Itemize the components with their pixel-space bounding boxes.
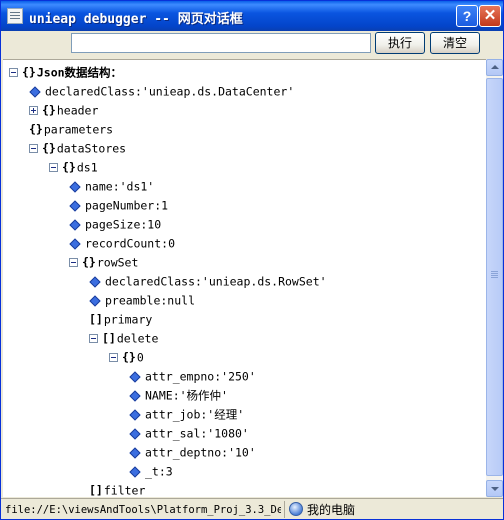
node-label: 0 (136, 350, 144, 365)
leaf-icon (129, 370, 141, 383)
leaf-icon (129, 389, 141, 402)
node-label: name:'ds1' (85, 179, 155, 194)
leaf-icon (129, 427, 141, 440)
object-icon: {} (42, 141, 56, 155)
tree-node-attr-deptno[interactable]: attr_deptno:'10' (129, 443, 256, 461)
clear-button[interactable]: 清空 (430, 32, 480, 54)
scroll-down-button[interactable] (486, 480, 503, 497)
tree-node-header[interactable]: {}header (29, 101, 98, 119)
node-label: header (56, 103, 99, 118)
array-icon: [] (89, 483, 103, 497)
tree-node-rowset[interactable]: {}rowSet (69, 253, 138, 271)
node-label: pageSize:10 (85, 217, 162, 232)
tree-node-parameters[interactable]: {}parameters (29, 120, 113, 138)
security-zone-label: 我的电脑 (307, 503, 356, 517)
expand-icon[interactable] (29, 106, 38, 115)
leaf-icon (69, 218, 81, 231)
leaf-icon (89, 294, 101, 307)
node-label: attr_sal:'1080' (145, 426, 249, 441)
vertical-scrollbar[interactable] (486, 59, 503, 497)
toolbar: 执行 清空 (1, 31, 503, 57)
tree-node-preamble[interactable]: preamble:null (89, 291, 195, 309)
leaf-icon (69, 237, 81, 250)
collapse-icon[interactable] (29, 144, 38, 153)
command-input[interactable] (71, 33, 371, 53)
object-icon: {} (22, 65, 36, 79)
tree-node-attr-job[interactable]: attr_job:'经理' (129, 405, 244, 423)
node-label: dataStores (56, 141, 127, 156)
scroll-thumb[interactable] (486, 78, 503, 476)
tree-node-attr-empno[interactable]: attr_empno:'250' (129, 367, 256, 385)
collapse-icon[interactable] (109, 353, 118, 362)
leaf-icon (89, 275, 101, 288)
tree-node-datastores[interactable]: {}dataStores (29, 139, 126, 157)
node-label: recordCount:0 (85, 236, 176, 251)
node-label: attr_empno:'250' (145, 369, 256, 384)
object-icon: {} (82, 255, 96, 269)
status-url: file://E:\viewsAndTools\Platform_Proj_3.… (5, 504, 281, 516)
page-icon (7, 8, 23, 24)
node-label: filter (103, 483, 146, 498)
status-divider (284, 501, 285, 518)
node-label: NAME:'杨作仲' (145, 388, 228, 403)
object-icon: {} (122, 350, 136, 364)
tree-node-filter[interactable]: []filter (89, 481, 145, 497)
node-label: parameters (43, 122, 114, 137)
tree-node-name-field[interactable]: NAME:'杨作仲' (129, 386, 228, 404)
tree-node-row0[interactable]: {}0 (109, 348, 144, 366)
dialog-window: unieap debugger -- 网页对话框 ? ✕ 执行 清空 {}Jso… (0, 0, 504, 520)
leaf-icon (129, 408, 141, 421)
object-icon: {} (29, 122, 43, 136)
help-button[interactable]: ? (456, 5, 478, 27)
node-label: declaredClass:'unieap.ds.RowSet' (105, 274, 327, 289)
node-label: rowSet (96, 255, 139, 270)
node-label: pageNumber:1 (85, 198, 169, 213)
leaf-icon (69, 199, 81, 212)
status-bar: file://E:\viewsAndTools\Platform_Proj_3.… (1, 498, 503, 519)
collapse-icon[interactable] (69, 258, 78, 267)
collapse-icon[interactable] (9, 68, 18, 77)
node-label: declaredClass:'unieap.ds.DataCenter' (45, 84, 295, 99)
collapse-icon[interactable] (89, 334, 98, 343)
leaf-icon (29, 85, 41, 98)
collapse-icon[interactable] (49, 163, 58, 172)
tree-node-recordcount[interactable]: recordCount:0 (69, 234, 175, 252)
node-label: Json数据结构： (36, 65, 123, 80)
tree-node-root[interactable]: {}Json数据结构： (9, 63, 122, 81)
tree-node-delete[interactable]: []delete (89, 329, 158, 347)
node-label: primary (103, 312, 153, 327)
window-title: unieap debugger -- 网页对话框 (29, 12, 243, 27)
node-label: attr_deptno:'10' (145, 445, 256, 460)
leaf-icon (129, 446, 141, 459)
tree-node-declaredclass[interactable]: declaredClass:'unieap.ds.DataCenter' (29, 82, 294, 100)
node-label: preamble:null (105, 293, 196, 308)
tree-node-rowset-declaredclass[interactable]: declaredClass:'unieap.ds.RowSet' (89, 272, 327, 290)
node-label: attr_job:'经理' (145, 407, 245, 422)
node-label: ds1 (76, 160, 98, 175)
tree-node-primary[interactable]: []primary (89, 310, 152, 328)
leaf-icon (129, 465, 141, 478)
array-icon: [] (102, 331, 116, 345)
object-icon: {} (42, 103, 56, 117)
node-label: _t:3 (145, 464, 173, 479)
tree-node-name[interactable]: name:'ds1' (69, 177, 154, 195)
tree-node-t[interactable]: _t:3 (129, 462, 173, 480)
tree-node-pagenumber[interactable]: pageNumber:1 (69, 196, 168, 214)
title-bar[interactable]: unieap debugger -- 网页对话框 ? ✕ (1, 1, 503, 31)
leaf-icon (69, 180, 81, 193)
object-icon: {} (62, 160, 76, 174)
execute-button[interactable]: 执行 (375, 32, 425, 54)
json-tree: {}Json数据结构： declaredClass:'unieap.ds.Dat… (3, 59, 486, 497)
scroll-up-button[interactable] (486, 59, 503, 76)
my-computer-icon (289, 502, 303, 516)
tree-node-ds1[interactable]: {}ds1 (49, 158, 98, 176)
array-icon: [] (89, 312, 103, 326)
close-button[interactable]: ✕ (479, 5, 501, 27)
tree-node-pagesize[interactable]: pageSize:10 (69, 215, 161, 233)
tree-node-attr-sal[interactable]: attr_sal:'1080' (129, 424, 249, 442)
node-label: delete (116, 331, 159, 346)
